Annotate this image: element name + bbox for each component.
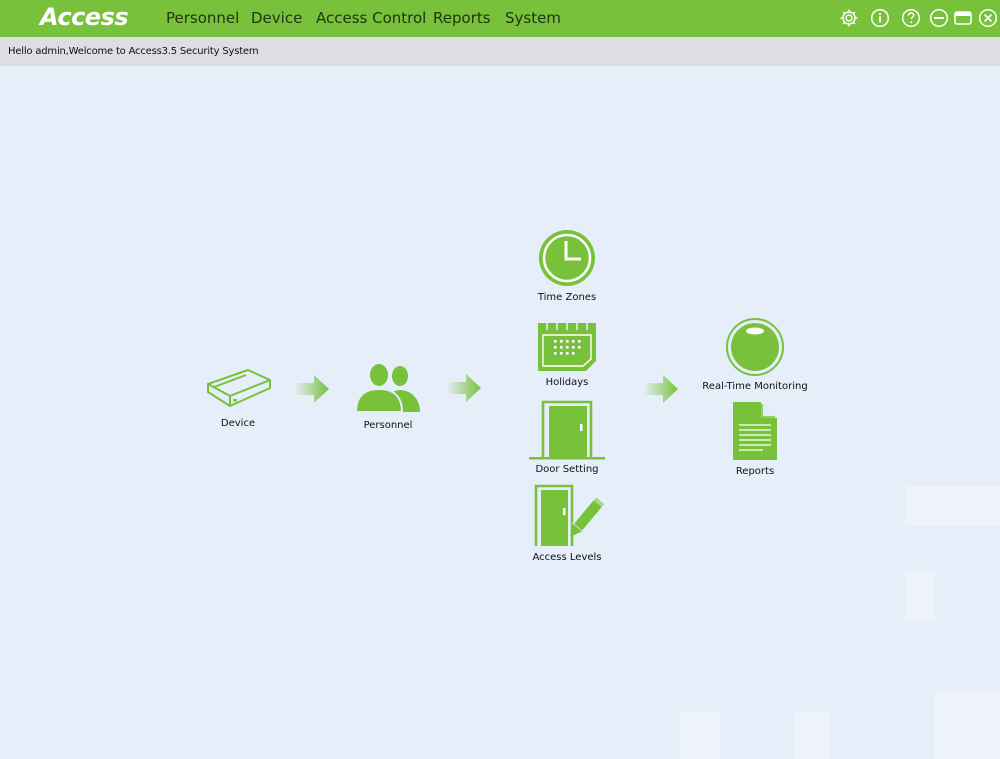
calendar-icon [538,321,596,371]
workflow-device[interactable]: Device [198,366,278,429]
workflow-holidays[interactable]: Holidays [526,319,608,388]
restore-icon[interactable] [953,8,973,28]
real-time-monitoring-label: Real-Time Monitoring [702,381,808,392]
background-decoration [905,571,935,621]
flow-arrow-icon [448,374,481,402]
access-level-edit-icon [534,484,604,546]
menu-reports[interactable]: Reports [433,9,491,27]
menu-access-control[interactable]: Access Control [316,9,426,27]
workflow-real-time-monitoring[interactable]: Real-Time Monitoring [700,317,810,392]
door-icon [529,400,605,460]
menu-device[interactable]: Device [251,9,302,27]
close-icon[interactable] [978,8,998,28]
menu-system[interactable]: System [505,9,561,27]
welcome-message: Hello admin,Welcome to Access3.5 Securit… [8,46,259,57]
access-levels-label: Access Levels [532,552,602,563]
reports-label: Reports [735,466,775,477]
device-icon [207,369,271,407]
background-decoration [680,711,720,759]
holidays-label: Holidays [545,377,589,388]
menu-personnel[interactable]: Personnel [166,9,239,27]
flow-arrow-icon [645,375,678,403]
app-logo: Access [40,3,129,31]
monitoring-camera-icon [726,318,784,376]
background-decoration [935,691,1000,759]
personnel-icon [354,364,420,413]
help-icon[interactable] [901,8,921,28]
time-zones-label: Time Zones [537,292,597,303]
workflow-personnel[interactable]: Personnel [346,362,430,431]
background-decoration [795,711,830,759]
top-navigation-bar: Access Personnel Device Access Control R… [0,0,1000,37]
clock-icon [539,230,595,286]
workflow-reports[interactable]: Reports [715,400,795,477]
background-decoration [905,486,1000,526]
welcome-bar: Hello admin,Welcome to Access3.5 Securit… [0,37,1000,66]
minimize-icon[interactable] [929,8,949,28]
device-label: Device [220,418,256,429]
personnel-label: Personnel [363,420,413,431]
workflow-door-setting[interactable]: Door Setting [522,400,612,475]
workflow-access-levels[interactable]: Access Levels [522,484,612,563]
report-document-icon [733,402,777,460]
flow-arrow-icon [296,375,329,403]
info-icon[interactable] [870,8,890,28]
workflow-canvas: Device Personnel Time Zones Holidays Doo… [0,66,1000,759]
door-setting-label: Door Setting [535,464,599,475]
gear-icon[interactable] [839,8,859,28]
workflow-time-zones[interactable]: Time Zones [526,228,608,303]
